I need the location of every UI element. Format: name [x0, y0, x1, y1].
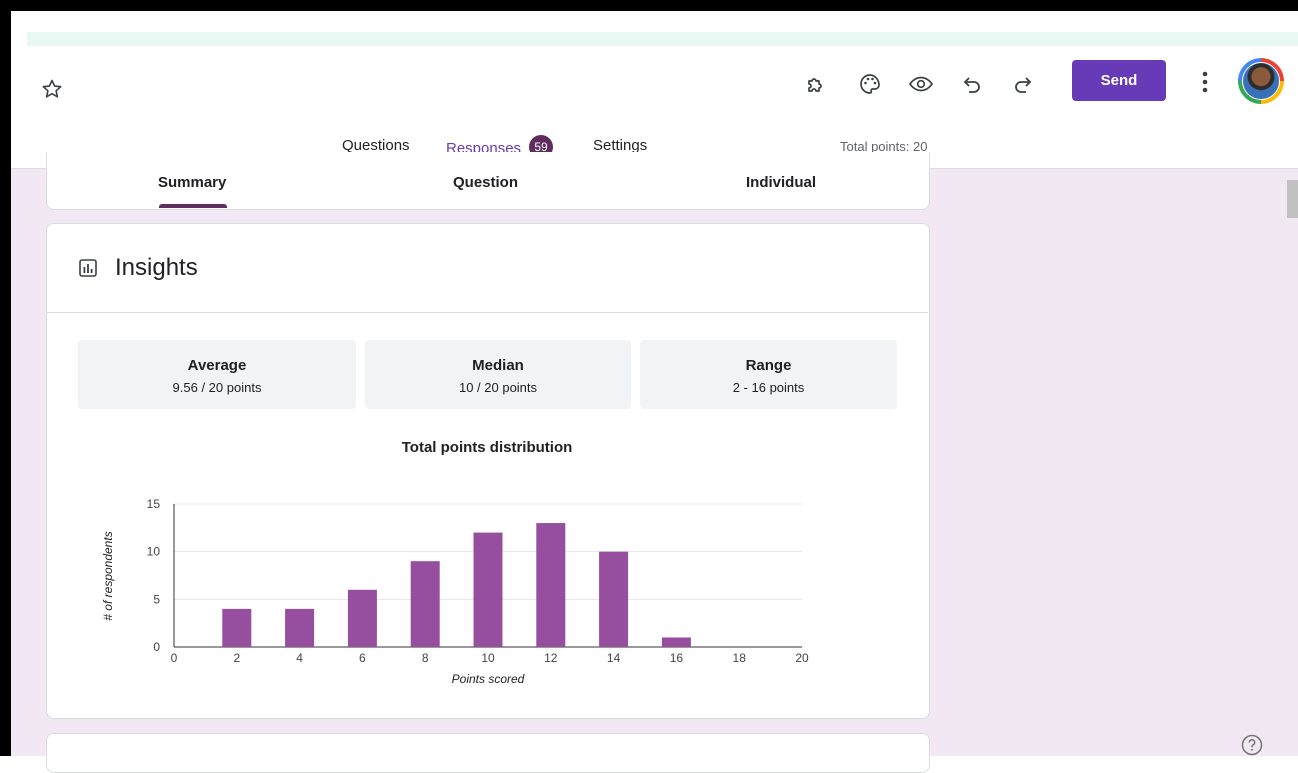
bar — [222, 608, 252, 647]
bar — [473, 532, 503, 647]
addons-button[interactable] — [802, 70, 830, 98]
x-axis-label: Points scored — [452, 672, 525, 686]
bar — [347, 589, 377, 647]
stat-range: Range 2 - 16 points — [640, 340, 897, 409]
x-tick-label: 12 — [544, 651, 558, 665]
y-tick-label: 5 — [153, 592, 160, 606]
y-axis-label: # of respondents — [101, 531, 115, 620]
star-icon[interactable] — [40, 77, 64, 101]
bar — [661, 637, 691, 647]
bar — [536, 523, 566, 647]
x-tick-label: 20 — [795, 651, 809, 665]
bar — [410, 561, 440, 647]
chart-title: Total points distribution — [401, 439, 573, 456]
puzzle-icon — [808, 78, 822, 92]
summary-tab-indicator — [159, 204, 227, 208]
theme-button[interactable] — [856, 70, 884, 98]
x-tick-label: 4 — [296, 651, 303, 665]
x-tick-label: 2 — [233, 651, 240, 665]
stat-label: Average — [187, 357, 247, 374]
stat-value: 2 - 16 points — [732, 380, 805, 395]
subtab-question[interactable]: Question — [453, 174, 518, 191]
bar — [599, 551, 629, 647]
stat-value: 10 / 20 points — [458, 380, 538, 395]
stat-average: Average 9.56 / 20 points — [78, 340, 356, 409]
preview-button[interactable] — [907, 70, 935, 98]
subtab-individual[interactable]: Individual — [746, 174, 816, 191]
x-tick-label: 10 — [481, 651, 495, 665]
send-button[interactable]: Send — [1072, 60, 1166, 101]
avatar[interactable] — [1238, 58, 1284, 104]
window-border-left — [0, 0, 11, 756]
x-tick-label: 18 — [733, 651, 747, 665]
subtab-summary[interactable]: Summary — [158, 174, 226, 191]
y-tick-label: 15 — [147, 497, 161, 511]
insights-chart-icon — [79, 259, 97, 277]
y-tick-label: 10 — [147, 545, 161, 559]
x-tick-label: 6 — [359, 651, 366, 665]
redo-icon — [1015, 77, 1032, 93]
palette-icon — [860, 74, 880, 94]
stat-median: Median 10 / 20 points — [365, 340, 631, 409]
bar — [285, 608, 315, 647]
stat-label: Range — [745, 357, 792, 374]
redo-button[interactable] — [1009, 70, 1037, 98]
undo-icon — [963, 77, 980, 93]
stat-value: 9.56 / 20 points — [172, 380, 262, 395]
x-tick-label: 8 — [422, 651, 429, 665]
help-icon[interactable] — [1240, 733, 1264, 757]
x-tick-label: 14 — [607, 651, 621, 665]
undo-button[interactable] — [958, 70, 986, 98]
y-tick-label: 0 — [153, 640, 160, 654]
window-border-top — [0, 0, 1298, 11]
x-tick-label: 16 — [670, 651, 684, 665]
avatar-photo — [1242, 62, 1280, 100]
eye-icon — [909, 76, 933, 92]
insights-title: Insights — [115, 254, 198, 281]
x-tick-label: 0 — [171, 651, 178, 665]
next-question-card — [46, 733, 930, 773]
more-vert-icon[interactable] — [1195, 68, 1215, 96]
top-strip — [27, 32, 1298, 46]
stat-label: Median — [472, 357, 524, 374]
points-distribution-chart: 0 5 10 15 0 2 4 6 8 10 12 14 16 18 20 # of respondents… — [101, 497, 809, 686]
insights-divider — [46, 312, 928, 313]
scrollbar-thumb[interactable] — [1287, 180, 1298, 218]
